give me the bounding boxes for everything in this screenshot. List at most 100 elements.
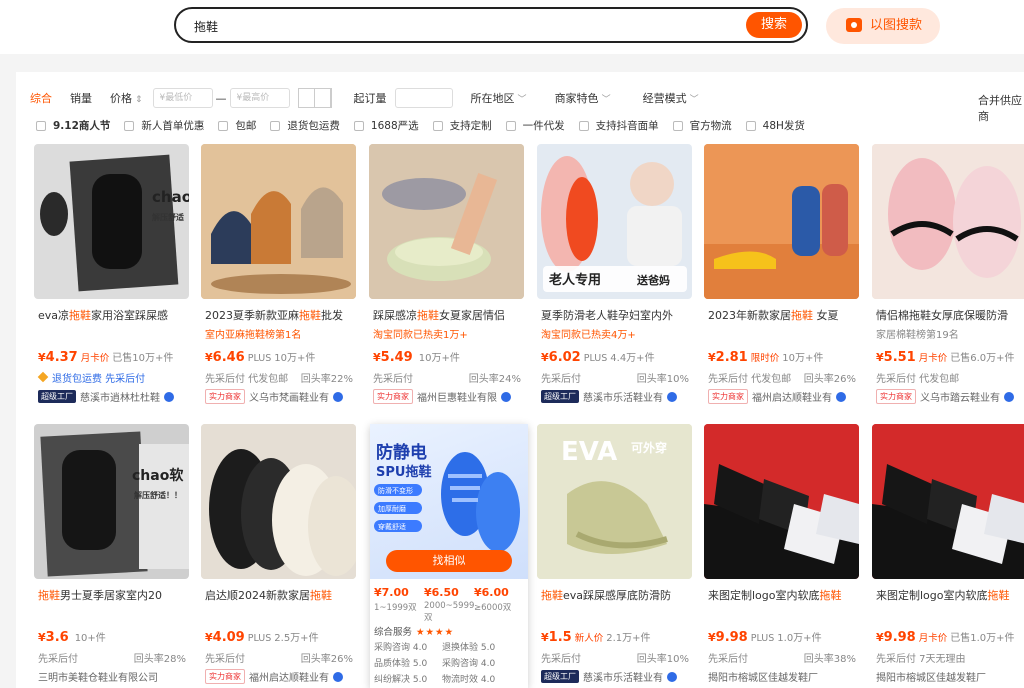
merchant-badge: 实力商家 [708,389,748,404]
product-title[interactable]: 踩屎感凉拖鞋女夏家居情侣 [373,307,525,323]
product-card[interactable]: 踩屎感凉拖鞋女夏家居情侣 淘宝同款已热卖1万+ ¥5.49 10万+件 先采后付… [369,144,527,412]
product-image[interactable] [201,424,356,579]
shop-line[interactable]: 实力商家 福州启达顺鞋业有 [708,389,862,404]
mode-filter[interactable]: 经营模式 ﹀ [643,90,699,106]
moq-input[interactable] [394,88,453,108]
product-image[interactable] [872,144,1024,299]
verified-icon [501,391,511,402]
product-title[interactable]: 夏季防滑老人鞋孕妇室内外 [541,307,693,323]
price-max-input[interactable]: ¥最高价 [229,88,290,108]
product-image[interactable]: chao软 解压舒适！！ [34,424,189,579]
product-title[interactable]: 来图定制logo室内软底拖鞋 [876,587,1024,603]
search-input[interactable]: 拖鞋 [194,18,218,35]
chip-free-shipping[interactable]: 包邮 [218,118,256,133]
product-image[interactable]: EVA 可外穿 [537,424,692,579]
merge-supplier-toggle[interactable]: 合并供应商 [978,92,1024,124]
product-card[interactable]: 来图定制logo室内软底拖鞋 ¥9.98 PLUS 1.0万+件 先采后付 回头… [704,424,862,688]
shop-name: 揭阳市榕城区佳越发鞋厂 [876,673,986,684]
product-subtitle: 淘宝同款已热卖4万+ [541,330,636,341]
find-similar-button[interactable]: 找相似 [386,550,512,572]
shop-line[interactable]: 实力商家 福州巨惠鞋业有限 [373,389,527,404]
product-card[interactable]: chao 解压舒适 eva凉拖鞋家用浴室踩屎感 ¥4.37 月卡价 已售10万+件… [34,144,192,412]
repurchase-rate: 回头率24% [468,374,521,385]
product-title[interactable]: 2023年新款家居拖鞋 女夏 [708,307,860,323]
svg-text:chao: chao [152,188,189,206]
shop-line[interactable]: 实力商家 义乌市踏云鞋业有 [876,389,1024,404]
shop-line[interactable]: 揭阳市榕城区佳越发鞋厂 [708,669,862,684]
repurchase-rate: 回头率10% [636,374,689,385]
chip-dropship[interactable]: 一件代发 [505,118,565,133]
product-card-hovered[interactable]: 防静电 SPU拖鞋 防滑不变形 加厚耐磨 穿戴舒适 找相似 ¥7.00 1~199… [370,424,528,688]
top-search-bar: 拖鞋 搜索 以图搜款 [0,0,1024,54]
shop-line[interactable]: 实力商家 义乌市梵画鞋业有 [205,389,359,404]
product-card[interactable]: 老人专用 送爸妈 夏季防滑老人鞋孕妇室内外 淘宝同款已热卖4万+ ¥6.02 PL… [537,144,695,412]
product-image[interactable] [704,424,859,579]
service-tags: 先采后付 7天无理由 [876,654,966,665]
search-button[interactable]: 搜索 [746,12,802,38]
product-title[interactable]: 启达顺2024新款家居拖鞋 [205,587,357,603]
product-price: ¥5.49 [373,350,413,365]
product-card[interactable]: 2023夏季新款亚麻拖鞋批发 室内亚麻拖鞋榜第1名 ¥6.46 PLUS 10万… [201,144,359,412]
chip-new-user[interactable]: 新人首单优惠 [124,118,204,133]
chip-douyin[interactable]: 支持抖音面单 [578,118,659,133]
chip-customization[interactable]: 支持定制 [432,118,492,133]
shop-line[interactable]: 超级工厂 慈溪市逍林杜杜鞋 [38,389,192,404]
shop-line[interactable]: 实力商家 福州启达顺鞋业有 [205,669,359,684]
image-search-button[interactable]: 以图搜款 [826,8,940,44]
merchant-filter[interactable]: 商家特色 ﹀ [555,90,611,106]
chip-official-logistics[interactable]: 官方物流 [672,118,732,133]
chip-return-shipping[interactable]: 退货包运费 [270,118,340,133]
product-card[interactable]: 情侣棉拖鞋女厚底保暖防滑 家居棉鞋榜第19名 ¥5.51 月卡价 已售6.0万+… [872,144,1024,412]
shop-line[interactable]: 三明市美鞋仓鞋业有限公司 [38,669,192,684]
shop-line[interactable]: 揭阳市榕城区佳越发鞋厂 [876,669,1024,684]
product-title[interactable]: 2023夏季新款亚麻拖鞋批发 [205,307,357,323]
tier-prices: ¥7.00 1~1999双 ¥6.50 2000~5999双 ¥6.00 ≥6000双 [374,586,512,623]
repurchase-rate: 回头率22% [300,374,353,385]
product-price: ¥6.02 [541,350,581,365]
chip-1688-select[interactable]: 1688严选 [353,118,419,133]
merchant-badge: 超级工厂 [38,390,76,403]
product-image[interactable] [704,144,859,299]
sort-comprehensive[interactable]: 综合 [30,90,52,106]
product-card[interactable]: 来图定制logo室内软底拖鞋 ¥9.98 月卡价 已售1.0万+件 先采后付 7… [872,424,1024,688]
product-card[interactable]: 启达顺2024新款家居拖鞋 ¥4.09 PLUS 2.5万+件 先采后付 回头率… [201,424,359,688]
product-title[interactable]: 来图定制logo室内软底拖鞋 [708,587,860,603]
chip-48h[interactable]: 48H发货 [745,118,805,133]
merchant-badge: 超级工厂 [541,390,579,403]
product-image[interactable]: chao 解压舒适 [34,144,189,299]
product-subtitle: 淘宝同款已热卖1万+ [373,330,468,341]
shop-name: 义乌市梵画鞋业有 [249,393,329,404]
view-toggle[interactable] [297,88,332,108]
sold-count: 已售1.0万+件 [950,633,1015,644]
product-image[interactable]: 防静电 SPU拖鞋 防滑不变形 加厚耐磨 穿戴舒适 找相似 [370,424,528,579]
product-price: ¥6.46 [205,350,245,365]
pill-2: 加厚耐磨 [378,504,406,513]
product-image[interactable] [369,144,524,299]
chevron-down-icon: ﹀ [601,95,611,105]
chip-merchant-festival[interactable]: 9.12商人节 [36,118,110,133]
price-tag: 新人价 [574,633,604,644]
sort-price[interactable]: 价格 ⇕ [110,90,143,106]
service-tags: 先采后付 回头率26% [205,650,357,665]
product-title[interactable]: eva凉拖鞋家用浴室踩屎感 [38,307,190,323]
location-filter[interactable]: 所在地区 ﹀ [471,90,527,106]
sold-count: 已售10万+件 [112,353,174,364]
product-image[interactable]: 老人专用 送爸妈 [537,144,692,299]
product-title[interactable]: 拖鞋男士夏季居家室内20 [38,587,190,603]
product-title[interactable]: 情侣棉拖鞋女厚底保暖防滑 [876,307,1024,323]
diamond-icon [37,371,49,383]
product-card[interactable]: EVA 可外穿 拖鞋eva踩屎感厚底防滑防 ¥1.5 新人价 2.1万+件 先采后… [537,424,695,688]
shop-line[interactable]: 超级工厂 慈溪市乐活鞋业有 [541,669,695,684]
search-box[interactable]: 拖鞋 搜索 [174,7,808,43]
product-image[interactable] [872,424,1024,579]
product-card[interactable]: 2023年新款家居拖鞋 女夏 ¥2.81 限时价 10万+件 先采后付 代发包邮… [704,144,862,412]
shop-name: 慈溪市逍林杜杜鞋 [80,393,160,404]
shop-line[interactable]: 超级工厂 慈溪市乐活鞋业有 [541,389,695,404]
product-price: ¥9.98 [708,630,748,645]
sort-sales[interactable]: 销量 [70,90,92,106]
product-image[interactable] [201,144,356,299]
price-min-input[interactable]: ¥最低价 [152,88,213,108]
product-card[interactable]: chao软 解压舒适！！ 拖鞋男士夏季居家室内20 ¥3.6 10+件 先采后付 … [34,424,192,688]
product-title[interactable]: 拖鞋eva踩屎感厚底防滑防 [541,587,693,603]
shop-name: 福州启达顺鞋业有 [249,673,329,684]
